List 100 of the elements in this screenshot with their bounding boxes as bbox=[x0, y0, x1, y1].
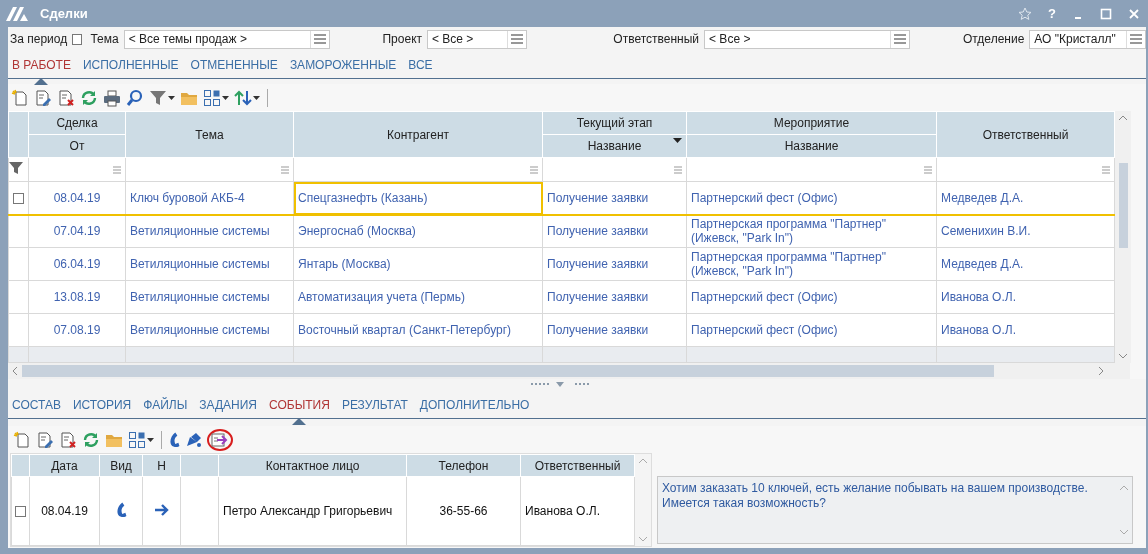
table-cell: 36-55-66 bbox=[406, 476, 521, 546]
table-cell: Медведев Д.А. bbox=[936, 247, 1115, 281]
table-cell: Партнерский фест (Офис) bbox=[686, 313, 937, 347]
phone-icon bbox=[115, 502, 127, 517]
new-document-icon bbox=[13, 430, 31, 449]
column-menu-icon[interactable] bbox=[924, 166, 932, 174]
filter-label: Отделение bbox=[962, 32, 1025, 46]
column-menu-icon[interactable] bbox=[674, 166, 682, 174]
column-group-header: Текущий этап bbox=[542, 111, 687, 135]
tab[interactable]: ЗАМОРОЖЕННЫЕ bbox=[289, 55, 397, 74]
table-cell: Автоматизация учета (Пермь) bbox=[293, 280, 543, 314]
table-cell: Восточный квартал (Санкт-Петербург) bbox=[293, 313, 543, 347]
caret-icon bbox=[147, 437, 154, 442]
column-header[interactable]: Название bbox=[542, 134, 687, 158]
filter-icon[interactable] bbox=[9, 161, 23, 175]
scroll-thumb[interactable] bbox=[22, 365, 994, 377]
dropdown-field[interactable]: < Все > bbox=[427, 29, 528, 49]
phone-icon bbox=[169, 432, 180, 447]
scroll-up-icon[interactable] bbox=[638, 458, 648, 464]
tab[interactable]: ОТМЕНЕННЫЕ bbox=[190, 55, 278, 74]
filter-cell[interactable] bbox=[293, 157, 543, 182]
table-cell: 08.04.19 bbox=[28, 181, 126, 215]
tab[interactable]: ЗАДАНИЯ bbox=[199, 395, 257, 414]
bell-icon bbox=[185, 430, 203, 449]
table-cell: Иванова О.Л. bbox=[936, 313, 1115, 347]
tab[interactable]: ВСЕ bbox=[408, 55, 433, 74]
filter-cell[interactable] bbox=[125, 157, 294, 182]
vertical-scrollbar[interactable] bbox=[635, 454, 651, 546]
row-checkbox[interactable] bbox=[13, 193, 24, 205]
filter-label: Ответственный bbox=[613, 32, 700, 46]
new-document-icon bbox=[11, 88, 29, 107]
scroll-up-icon[interactable] bbox=[1118, 115, 1128, 121]
maximize-icon[interactable] bbox=[1100, 7, 1112, 20]
dropdown-field[interactable]: АО "Кристалл" bbox=[1029, 29, 1146, 49]
tab[interactable]: ДОПОЛНИТЕЛЬНО bbox=[419, 395, 530, 414]
column-menu-icon[interactable] bbox=[1102, 166, 1110, 174]
table-cell: 07.08.19 bbox=[28, 313, 126, 347]
filter-cell[interactable] bbox=[936, 157, 1115, 182]
table-cell: Спецгазнефть (Казань) bbox=[293, 181, 543, 215]
table-cell: Энергоснаб (Москва) bbox=[293, 214, 543, 248]
horizontal-scrollbar[interactable] bbox=[8, 363, 1130, 379]
scroll-thumb[interactable] bbox=[1118, 163, 1128, 248]
column-menu-icon[interactable] bbox=[113, 166, 121, 174]
close-icon[interactable] bbox=[1128, 7, 1140, 20]
table-cell: Медведев Д.А. bbox=[936, 181, 1115, 215]
tab[interactable]: ИСТОРИЯ bbox=[72, 395, 132, 414]
filter-cell[interactable] bbox=[542, 157, 687, 182]
column-header[interactable]: Н bbox=[142, 454, 181, 477]
table-cell: Получение заявки bbox=[542, 214, 687, 248]
scroll-down-icon[interactable] bbox=[638, 536, 648, 542]
table-cell: Ветиляционные системы bbox=[125, 280, 294, 314]
column-header[interactable]: Дата bbox=[29, 454, 100, 477]
dropdown-field[interactable]: < Все > bbox=[704, 29, 910, 49]
note-field[interactable]: Хотим заказать 10 ключей, есть желание побывать на вашем производстве. Имеется такая возможность? bbox=[657, 476, 1133, 544]
right-arrow-icon bbox=[153, 503, 170, 516]
filter-cell[interactable] bbox=[686, 157, 937, 182]
tab[interactable]: ИСПОЛНЕННЫЕ bbox=[82, 55, 179, 74]
filter-cell[interactable] bbox=[28, 157, 126, 182]
filter-label: Тема bbox=[90, 32, 119, 46]
grid-layout-icon bbox=[128, 430, 146, 449]
list-button[interactable] bbox=[889, 30, 909, 48]
star-icon[interactable] bbox=[1018, 6, 1033, 21]
column-header[interactable]: Контактное лицо bbox=[218, 454, 407, 477]
table-cell: 13.08.19 bbox=[28, 280, 126, 314]
scroll-down-icon[interactable] bbox=[1119, 529, 1129, 535]
grid-layout-icon bbox=[203, 88, 221, 107]
column-menu-icon[interactable] bbox=[530, 166, 538, 174]
splitter-handle-icon[interactable] bbox=[531, 382, 589, 388]
caret-icon bbox=[222, 95, 229, 100]
column-header[interactable]: Телефон bbox=[406, 454, 521, 477]
tab[interactable]: СОСТАВ bbox=[12, 395, 61, 414]
logo-icon bbox=[6, 6, 28, 21]
scroll-right-icon[interactable] bbox=[1098, 366, 1104, 376]
column-header[interactable]: Тема bbox=[125, 111, 294, 158]
scroll-down-icon[interactable] bbox=[1118, 353, 1128, 359]
list-button[interactable] bbox=[1126, 30, 1145, 48]
table-cell: Партнерская программа "Партнер" (Ижевск, "Park In") bbox=[686, 247, 937, 281]
column-header[interactable]: Контрагент bbox=[293, 111, 543, 158]
row-checkbox[interactable] bbox=[15, 506, 26, 518]
vertical-scrollbar[interactable] bbox=[1115, 111, 1131, 363]
table-cell: Получение заявки bbox=[542, 280, 687, 314]
table-cell: 08.04.19 bbox=[29, 476, 100, 546]
column-header[interactable]: Ответственный bbox=[520, 454, 635, 477]
scroll-up-icon[interactable] bbox=[1119, 485, 1129, 491]
dropdown-field[interactable]: < Все темы продаж > bbox=[123, 29, 331, 49]
toolbar-button[interactable] bbox=[207, 428, 233, 451]
caret-icon bbox=[253, 95, 260, 100]
delete-document-icon bbox=[59, 430, 77, 449]
tab[interactable]: РЕЗУЛЬТАТ bbox=[341, 395, 408, 414]
edit-document-icon bbox=[36, 430, 54, 449]
column-menu-icon[interactable] bbox=[281, 166, 289, 174]
scroll-left-icon[interactable] bbox=[12, 366, 18, 376]
export-icon bbox=[211, 430, 229, 449]
column-header[interactable]: Ответственный bbox=[936, 111, 1115, 158]
sort-indicator-icon bbox=[673, 138, 682, 143]
column-header[interactable]: Название bbox=[686, 134, 937, 158]
period-checkbox[interactable] bbox=[72, 33, 83, 45]
column-group-header: Сделка bbox=[28, 111, 126, 135]
tab[interactable]: ФАЙЛЫ bbox=[143, 395, 188, 414]
column-header[interactable]: Вид bbox=[99, 454, 143, 477]
